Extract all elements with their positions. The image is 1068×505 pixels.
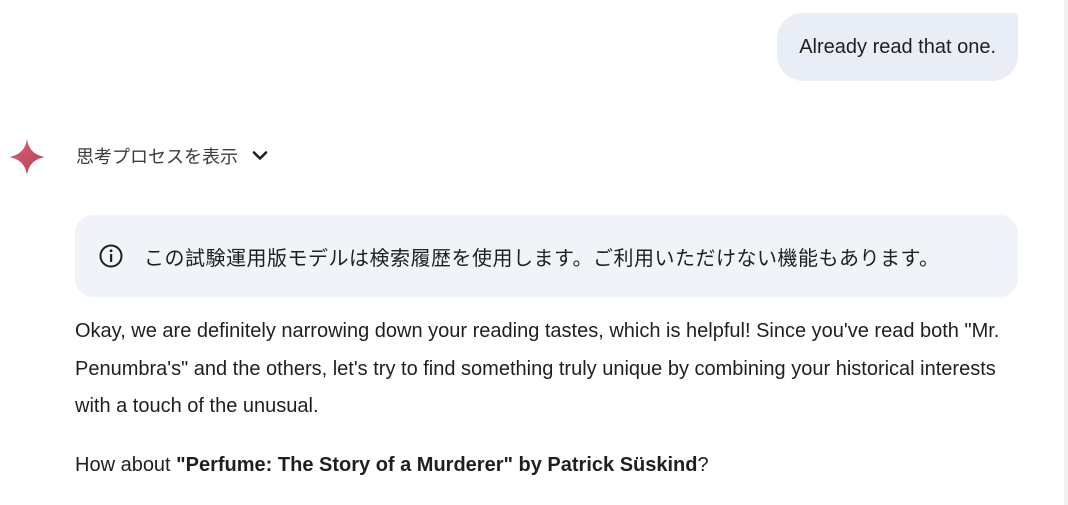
- chevron-down-icon: [252, 151, 268, 160]
- experimental-notice: この試験運用版モデルは検索履歴を使用します。ご利用いただけない機能もあります。: [75, 215, 1018, 297]
- response-suffix: ?: [697, 453, 709, 476]
- response-paragraph: Okay, we are definitely narrowing down y…: [75, 320, 1000, 417]
- response-paragraph-recommendation: How about "Perfume: The Story of a Murde…: [75, 447, 1025, 485]
- response-prefix: How about: [75, 453, 177, 476]
- show-thoughts-label: 思考プロセスを表示: [76, 147, 238, 167]
- scrollbar-track[interactable]: [1064, 0, 1068, 505]
- book-title-bold: "Perfume: The Story of a Murderer" by Pa…: [176, 453, 698, 476]
- info-icon: [99, 244, 123, 268]
- show-thoughts-toggle[interactable]: 思考プロセスを表示: [76, 142, 268, 170]
- chat-page: Already read that one. 思考プロセスを表示 この試験運用版…: [0, 0, 1068, 505]
- notice-text: この試験運用版モデルは検索履歴を使用します。ご利用いただけない機能もあります。: [144, 247, 940, 270]
- model-response: Okay, we are definitely narrowing down y…: [75, 313, 1025, 484]
- user-message-bubble: Already read that one.: [777, 13, 1018, 81]
- user-message-text: Already read that one.: [799, 35, 996, 58]
- gemini-spark-icon: [9, 139, 45, 175]
